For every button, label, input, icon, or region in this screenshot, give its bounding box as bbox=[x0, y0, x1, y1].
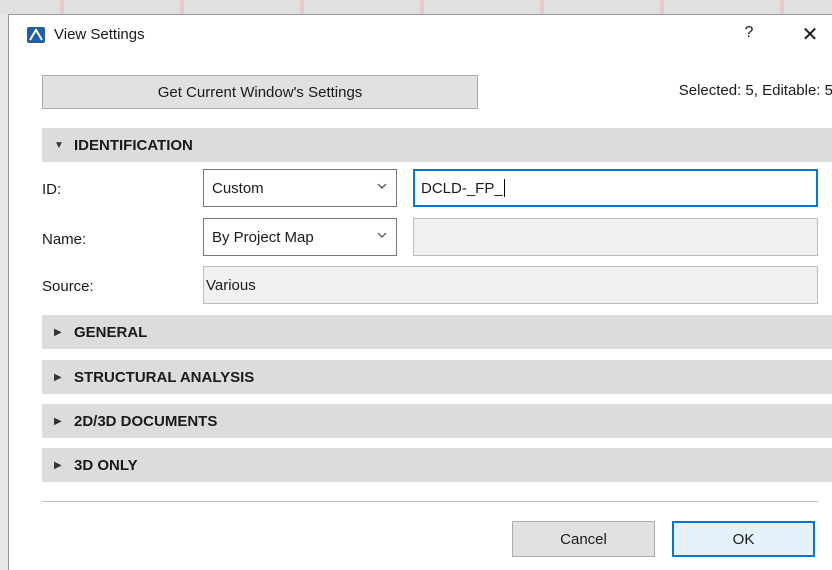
help-button[interactable]: ? bbox=[742, 24, 756, 42]
section-identification-label: IDENTIFICATION bbox=[74, 136, 193, 154]
collapsed-triangle-icon: ▶ bbox=[54, 415, 62, 427]
id-label: ID: bbox=[42, 181, 62, 198]
section-identification[interactable]: ▼ IDENTIFICATION bbox=[42, 128, 832, 162]
id-mode-dropdown[interactable]: Custom bbox=[203, 169, 397, 207]
cancel-button[interactable]: Cancel bbox=[512, 521, 655, 557]
collapsed-triangle-icon: ▶ bbox=[54, 459, 62, 471]
name-text-field bbox=[413, 218, 818, 256]
id-field-value: DCLD-_FP_ bbox=[421, 179, 503, 197]
get-current-window-settings-button[interactable]: Get Current Window's Settings bbox=[42, 75, 478, 109]
chevron-down-icon bbox=[377, 183, 387, 189]
name-mode-value: By Project Map bbox=[212, 228, 314, 246]
name-label: Name: bbox=[42, 231, 87, 248]
source-value: Various bbox=[206, 276, 256, 294]
ok-button[interactable]: OK bbox=[672, 521, 815, 557]
close-button[interactable]: ✕ bbox=[801, 22, 819, 47]
id-mode-value: Custom bbox=[212, 179, 264, 197]
text-caret bbox=[503, 179, 505, 197]
collapsed-triangle-icon: ▶ bbox=[54, 326, 62, 338]
title-bar: View Settings ? ✕ bbox=[9, 15, 832, 55]
section-general[interactable]: ▶ GENERAL bbox=[42, 315, 832, 349]
name-mode-dropdown[interactable]: By Project Map bbox=[203, 218, 397, 256]
section-general-label: GENERAL bbox=[74, 323, 148, 341]
selection-status: Selected: 5, Editable: 5 bbox=[678, 82, 832, 99]
archicad-app-icon bbox=[27, 27, 45, 43]
section-documents-label: 2D/3D DOCUMENTS bbox=[74, 412, 218, 430]
dialog-title: View Settings bbox=[54, 26, 145, 43]
section-2d3d-documents[interactable]: ▶ 2D/3D DOCUMENTS bbox=[42, 404, 832, 438]
expanded-triangle-icon: ▼ bbox=[54, 139, 64, 151]
view-settings-dialog: View Settings ? ✕ Get Current Window's S… bbox=[8, 14, 832, 570]
section-structural-analysis[interactable]: ▶ STRUCTURAL ANALYSIS bbox=[42, 360, 832, 394]
section-3d-only[interactable]: ▶ 3D ONLY bbox=[42, 448, 832, 482]
background-window-strip bbox=[0, 0, 832, 14]
chevron-down-icon bbox=[377, 232, 387, 238]
footer-divider bbox=[42, 501, 818, 502]
source-field: Various bbox=[203, 266, 818, 304]
id-text-field[interactable]: DCLD-_FP_ bbox=[413, 169, 818, 207]
source-label: Source: bbox=[42, 278, 94, 295]
collapsed-triangle-icon: ▶ bbox=[54, 371, 62, 383]
section-structural-label: STRUCTURAL ANALYSIS bbox=[74, 368, 255, 386]
section-3d-only-label: 3D ONLY bbox=[74, 456, 138, 474]
